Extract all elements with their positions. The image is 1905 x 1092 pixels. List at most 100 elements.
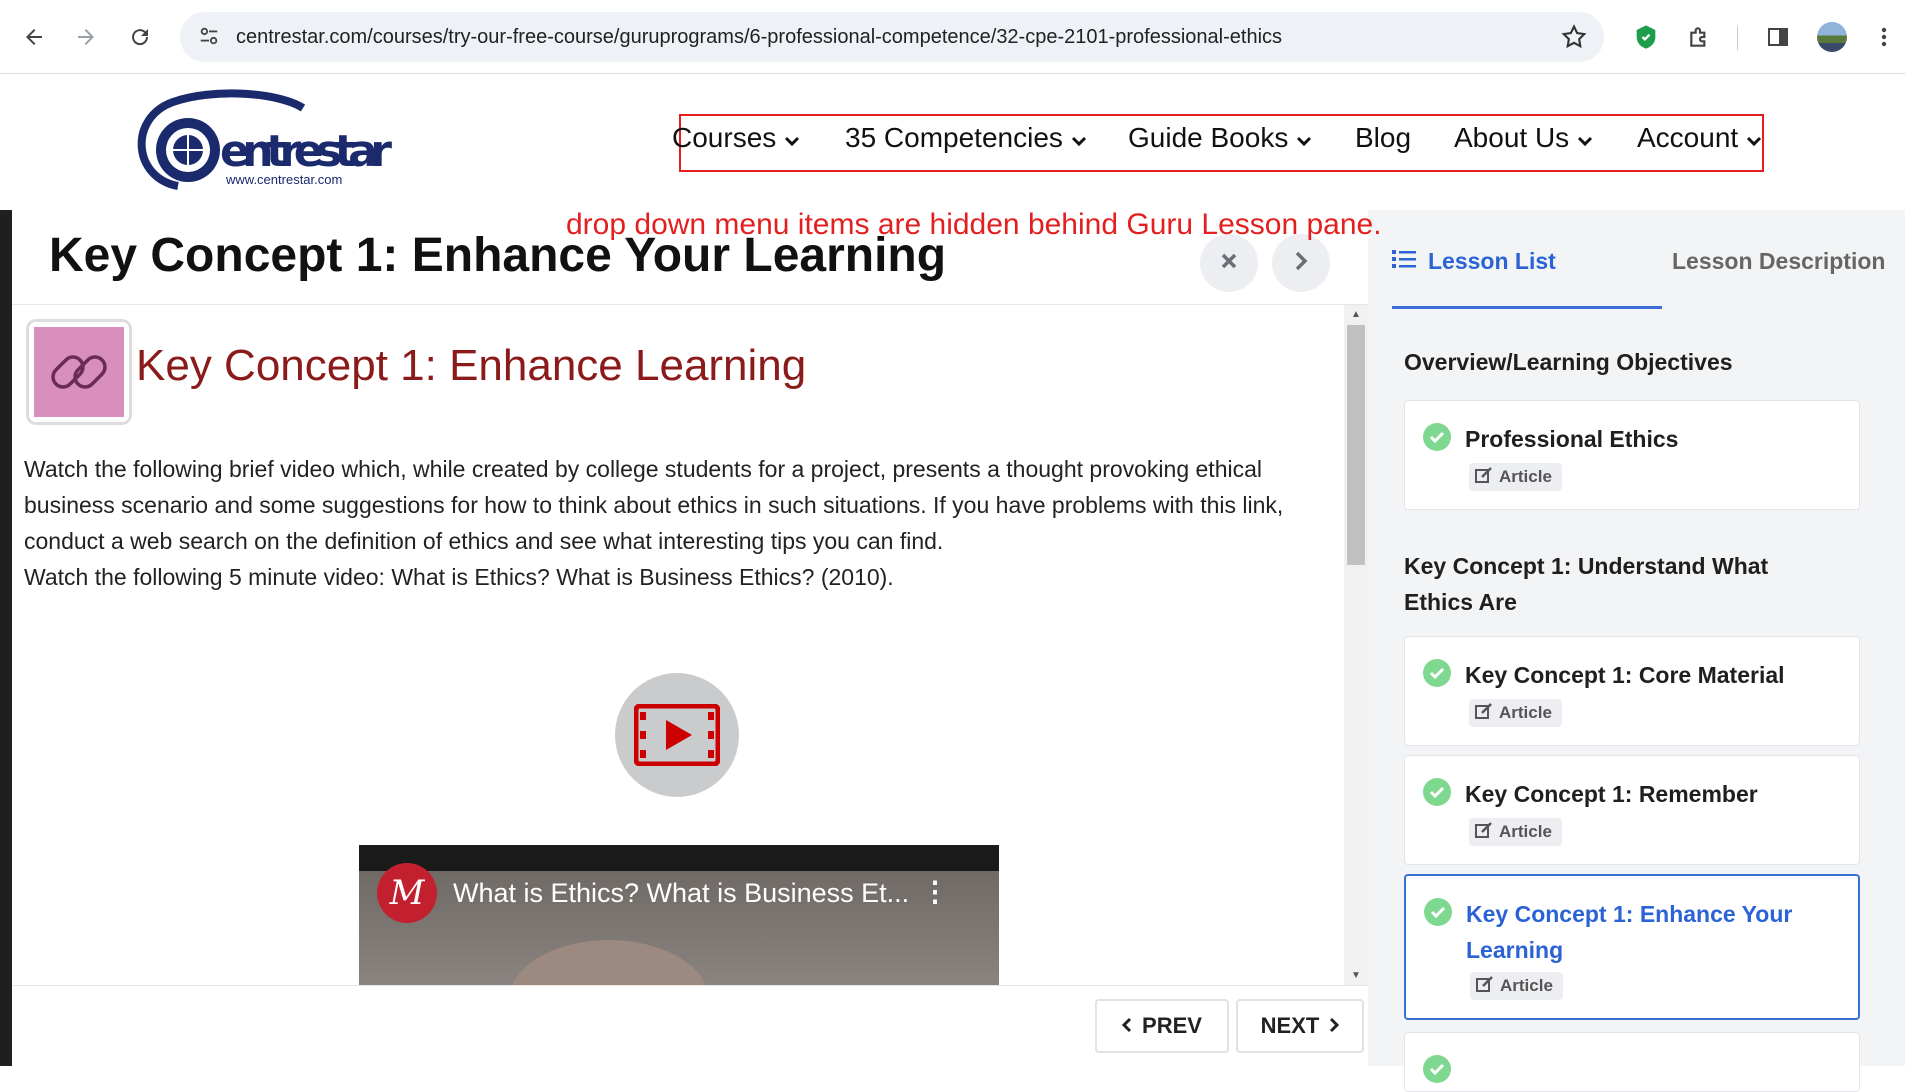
prev-label: PREV	[1142, 1013, 1202, 1038]
lesson-item[interactable]: Professional Ethics Article	[1404, 400, 1860, 510]
check-icon	[1423, 423, 1451, 451]
menu-blog[interactable]: Blog	[1355, 122, 1411, 154]
menu-courses-label: Courses	[672, 122, 777, 153]
profile-avatar[interactable]	[1816, 21, 1848, 53]
video-more-icon[interactable]: ⋮	[921, 875, 949, 908]
video-thumbnail	[509, 940, 709, 985]
menu-guide-books-label: Guide Books	[1128, 122, 1289, 153]
scroll-down-icon[interactable]: ▼	[1344, 970, 1368, 981]
address-bar[interactable]: centrestar.com/courses/try-our-free-cour…	[180, 12, 1604, 62]
more-menu-icon[interactable]	[1868, 21, 1900, 53]
edit-icon	[1476, 975, 1494, 997]
article-badge: Article	[1469, 699, 1562, 727]
svg-text:entrestar: entrestar	[220, 126, 392, 177]
article-badge: Article	[1470, 972, 1563, 1000]
content-heading: Key Concept 1: Enhance Learning	[136, 341, 807, 390]
check-icon	[1424, 898, 1452, 926]
article-badge-label: Article	[1500, 976, 1553, 995]
browser-toolbar: centrestar.com/courses/try-our-free-cour…	[0, 0, 1905, 74]
close-button[interactable]	[1200, 234, 1258, 292]
url-text: centrestar.com/courses/try-our-free-cour…	[236, 26, 1283, 48]
next-button[interactable]: NEXT	[1236, 999, 1364, 1053]
svg-text:www.centrestar.com: www.centrestar.com	[225, 172, 342, 187]
menu-account-label: Account	[1637, 122, 1739, 153]
forward-icon[interactable]	[66, 17, 106, 57]
article-badge-label: Article	[1499, 703, 1552, 722]
list-icon	[1392, 248, 1416, 275]
menu-about-us-label: About Us	[1454, 122, 1570, 153]
check-icon	[1423, 659, 1451, 687]
video-title[interactable]: What is Ethics? What is Business Et...	[453, 878, 909, 909]
next-arrow-button[interactable]	[1272, 234, 1330, 292]
edit-icon	[1475, 466, 1493, 488]
lesson-pane: Key Concept 1: Enhance Your Learning Key…	[12, 210, 1368, 1066]
lesson-item-title: Key Concept 1: Enhance Your Learning	[1466, 901, 1793, 963]
annotation-note: drop down menu items are hidden behind G…	[566, 208, 1382, 241]
extension-shield-icon[interactable]	[1630, 21, 1662, 53]
bookmark-star-icon[interactable]	[1560, 23, 1588, 56]
chevron-down-icon	[1746, 122, 1762, 154]
video-play-icon[interactable]	[615, 673, 739, 797]
menu-guide-books[interactable]: Guide Books	[1128, 122, 1312, 154]
scroll-up-icon[interactable]: ▲	[1344, 309, 1368, 320]
lesson-item-title: Key Concept 1: Remember	[1465, 781, 1758, 807]
menu-account[interactable]: Account	[1637, 122, 1762, 154]
section-heading: Overview/Learning Objectives	[1404, 349, 1733, 375]
check-icon	[1423, 778, 1451, 806]
active-tab-indicator	[1392, 306, 1662, 309]
prev-button[interactable]: PREV	[1095, 999, 1229, 1053]
menu-blog-label: Blog	[1355, 122, 1412, 153]
lesson-content[interactable]: Key Concept 1: Enhance Learning Watch th…	[12, 305, 1344, 985]
chevron-down-icon	[1071, 122, 1087, 154]
chevron-right-icon	[1294, 250, 1308, 277]
edit-icon	[1475, 702, 1493, 724]
menu-competencies[interactable]: 35 Competencies	[845, 122, 1087, 154]
link-icon-badge	[26, 319, 132, 425]
menu-about-us[interactable]: About Us	[1454, 122, 1593, 154]
article-badge: Article	[1469, 463, 1562, 491]
tab-lesson-description-label: Lesson Description	[1672, 248, 1886, 274]
intro-paragraph: Watch the following brief video which, w…	[24, 456, 1284, 554]
lesson-sidebar: Lesson List Lesson Description Overview/…	[1368, 210, 1905, 1092]
link-icon	[51, 355, 107, 389]
chevron-down-icon	[784, 122, 800, 154]
lesson-footer: PREV NEXT	[12, 985, 1368, 1066]
lesson-item-title: Professional Ethics	[1465, 426, 1679, 452]
lesson-item-title: Key Concept 1: Core Material	[1465, 662, 1785, 688]
chevron-right-icon	[1329, 1013, 1340, 1039]
scrollbar-thumb[interactable]	[1347, 325, 1365, 565]
article-badge-label: Article	[1499, 467, 1552, 486]
embedded-video[interactable]: M What is Ethics? What is Business Et...…	[359, 845, 999, 985]
page-backdrop-edge	[0, 210, 12, 1066]
section-heading: Key Concept 1: Understand What Ethics Ar…	[1404, 553, 1769, 615]
side-panel-icon[interactable]	[1762, 21, 1794, 53]
video-instruction: Watch the following 5 minute video: What…	[24, 564, 894, 590]
menu-competencies-label: 35 Competencies	[845, 122, 1063, 153]
next-label: NEXT	[1260, 1013, 1320, 1038]
tab-lesson-list[interactable]: Lesson List	[1392, 248, 1556, 275]
toolbar-divider	[1737, 26, 1738, 50]
centrestar-logo[interactable]: entrestar www.centrestar.com	[128, 88, 398, 200]
article-badge: Article	[1469, 818, 1562, 846]
close-icon	[1220, 252, 1238, 275]
chevron-down-icon	[1296, 122, 1312, 154]
lesson-item[interactable]: Key Concept 1: Core Material Article	[1404, 636, 1860, 746]
lesson-item[interactable]: Key Concept 1: Remember Article	[1404, 755, 1860, 865]
lesson-item-partial[interactable]	[1404, 1032, 1860, 1092]
channel-avatar[interactable]: M	[377, 863, 437, 923]
tab-lesson-description[interactable]: Lesson Description	[1672, 248, 1885, 275]
article-badge-label: Article	[1499, 822, 1552, 841]
site-header: entrestar www.centrestar.com Courses 35 …	[0, 74, 1905, 210]
check-icon	[1423, 1055, 1451, 1083]
reload-icon[interactable]	[120, 17, 160, 57]
back-icon[interactable]	[14, 17, 54, 57]
lesson-item-active[interactable]: Key Concept 1: Enhance Your Learning Art…	[1404, 874, 1860, 1020]
edit-icon	[1475, 821, 1493, 843]
tab-lesson-list-label: Lesson List	[1428, 248, 1556, 274]
chevron-left-icon	[1121, 1013, 1132, 1039]
content-scrollbar[interactable]: ▲ ▼	[1344, 305, 1368, 985]
menu-courses[interactable]: Courses	[672, 122, 800, 154]
chevron-down-icon	[1577, 122, 1593, 154]
extensions-puzzle-icon[interactable]	[1684, 21, 1716, 53]
site-settings-icon[interactable]	[198, 25, 220, 52]
